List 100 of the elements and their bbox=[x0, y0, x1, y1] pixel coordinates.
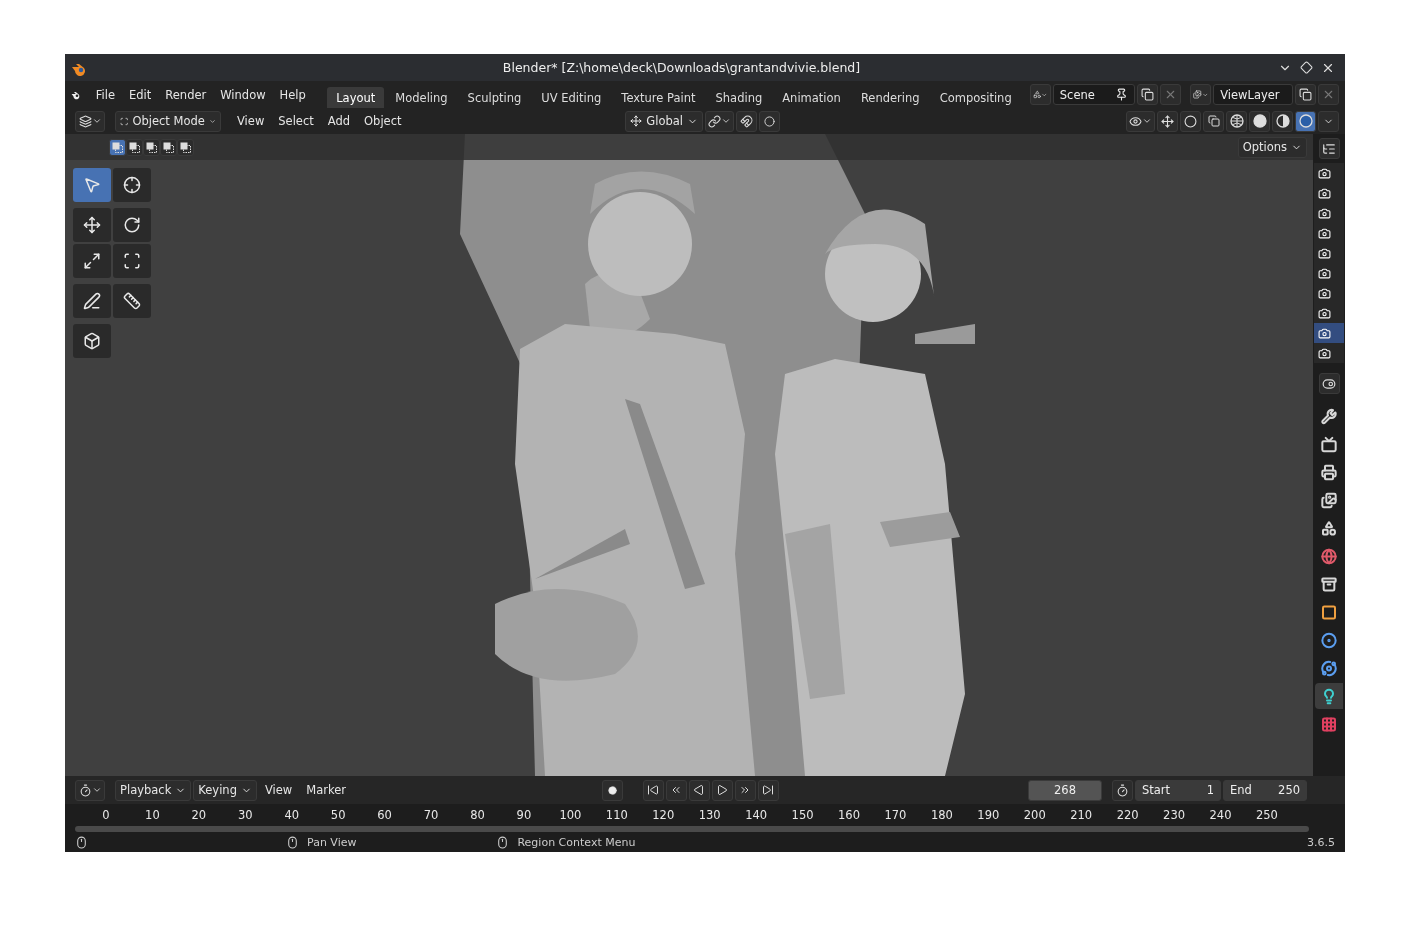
outliner-row[interactable] bbox=[1314, 323, 1344, 343]
tool-button[interactable] bbox=[73, 208, 111, 242]
menu-item[interactable]: Help bbox=[273, 85, 312, 104]
workspace-tab[interactable]: Texture Paint bbox=[612, 86, 705, 109]
start-frame-field[interactable]: Start 1 bbox=[1135, 779, 1221, 801]
prev-keyframe-button[interactable] bbox=[665, 779, 687, 801]
menu-item[interactable]: Edit bbox=[123, 85, 158, 104]
shading-button[interactable] bbox=[1295, 110, 1316, 132]
select-mode-button[interactable] bbox=[160, 138, 177, 156]
timeline-menu[interactable]: Playback bbox=[115, 779, 192, 801]
editor-type-button[interactable] bbox=[75, 779, 105, 801]
menu-item[interactable]: Select bbox=[272, 112, 320, 130]
play-reverse-button[interactable] bbox=[688, 779, 710, 801]
timeline-scrollbar[interactable] bbox=[75, 826, 1309, 832]
menu-item[interactable]: Render bbox=[159, 85, 213, 104]
stopwatch-icon bbox=[1116, 783, 1129, 797]
menu-item[interactable]: Add bbox=[321, 112, 357, 130]
select-mode-button[interactable] bbox=[143, 138, 160, 156]
workspace-tab[interactable]: Layout bbox=[327, 86, 385, 109]
status-hint: Pan View bbox=[307, 835, 357, 849]
outliner-row[interactable] bbox=[1314, 303, 1344, 323]
pivot-button[interactable] bbox=[705, 110, 735, 132]
orientation-dropdown[interactable]: Global bbox=[625, 110, 704, 132]
shading-button[interactable] bbox=[1272, 110, 1293, 132]
ruler-icon bbox=[123, 292, 141, 310]
menu-item[interactable]: View bbox=[231, 112, 271, 130]
play-button[interactable] bbox=[711, 779, 733, 801]
copy-icon bbox=[1141, 88, 1155, 101]
version-label: 3.6.5 bbox=[1307, 835, 1335, 849]
mouse-icon bbox=[496, 835, 510, 849]
menu-item[interactable]: File bbox=[89, 85, 121, 104]
tool-button[interactable] bbox=[73, 324, 111, 358]
jump-start-button[interactable] bbox=[642, 779, 664, 801]
tool-button[interactable] bbox=[113, 208, 151, 242]
next-keyframe-button[interactable] bbox=[734, 779, 756, 801]
preview-range-button[interactable] bbox=[1112, 779, 1133, 801]
copy-button[interactable] bbox=[1137, 84, 1159, 105]
camera-icon bbox=[1318, 286, 1331, 300]
workspace-tab[interactable]: Animation bbox=[773, 86, 850, 109]
select-mode-button[interactable] bbox=[177, 138, 194, 156]
overlap-squares-icon bbox=[146, 141, 157, 153]
tool-button[interactable] bbox=[113, 284, 151, 318]
properties-button[interactable] bbox=[1318, 373, 1340, 394]
scene-selector[interactable] bbox=[1029, 84, 1051, 105]
double-chevron-right-icon bbox=[739, 784, 751, 796]
tool-button[interactable] bbox=[73, 284, 111, 318]
outliner-button[interactable] bbox=[1318, 138, 1340, 159]
rendered-sphere-icon bbox=[1298, 114, 1313, 128]
menu-item[interactable]: Marker bbox=[300, 781, 352, 799]
cube-icon bbox=[83, 332, 101, 350]
overlay-button[interactable] bbox=[1180, 110, 1201, 132]
editor-type-button[interactable] bbox=[75, 110, 105, 132]
camera-icon bbox=[1318, 246, 1331, 260]
xray-button[interactable] bbox=[1203, 110, 1224, 132]
scene-field[interactable]: Scene bbox=[1052, 84, 1136, 105]
images-icon bbox=[1193, 88, 1202, 101]
menu-item[interactable]: Window bbox=[214, 85, 272, 104]
view-layer-selector[interactable] bbox=[1190, 84, 1212, 105]
timeline-menu[interactable]: Keying bbox=[193, 779, 257, 801]
eye-icon bbox=[1129, 114, 1142, 128]
select-mode-button[interactable] bbox=[126, 138, 143, 156]
menu-item[interactable]: Object bbox=[358, 112, 408, 130]
mode-dropdown[interactable]: Object Mode bbox=[115, 110, 221, 132]
outliner-row[interactable] bbox=[1314, 343, 1344, 363]
workspace-tab[interactable]: UV Editing bbox=[532, 86, 611, 109]
record-button[interactable] bbox=[601, 779, 623, 801]
workspace-tab[interactable]: Modeling bbox=[386, 86, 457, 109]
frame-number: 20 bbox=[190, 808, 208, 824]
options-dropdown[interactable]: Options bbox=[1237, 136, 1307, 158]
proportional-button[interactable] bbox=[759, 110, 781, 132]
menu-item[interactable]: View bbox=[258, 781, 299, 799]
tool-button[interactable] bbox=[73, 244, 111, 278]
tool-button[interactable] bbox=[113, 168, 151, 202]
properties-tab[interactable] bbox=[1315, 683, 1343, 709]
snap-button[interactable] bbox=[736, 110, 758, 132]
frame-number: 220 bbox=[1115, 808, 1140, 824]
view-layer-field[interactable]: ViewLayer bbox=[1213, 84, 1293, 105]
visibility-button[interactable] bbox=[1126, 110, 1155, 132]
select-mode-button[interactable] bbox=[109, 138, 126, 156]
workspace-tab[interactable]: Rendering bbox=[851, 86, 929, 109]
end-frame-field[interactable]: End 250 bbox=[1223, 779, 1307, 801]
copy-button[interactable] bbox=[1295, 84, 1316, 105]
magnet-icon bbox=[740, 114, 754, 128]
workspace-tab[interactable]: Sculpting bbox=[458, 86, 531, 109]
gizmo-button[interactable] bbox=[1157, 110, 1178, 132]
frame-number: 110 bbox=[604, 808, 629, 824]
outliner-row[interactable] bbox=[1314, 163, 1344, 183]
workspace-tab[interactable]: Shading bbox=[706, 86, 772, 109]
shading-button[interactable] bbox=[1226, 110, 1247, 132]
frame-number: 170 bbox=[883, 808, 908, 824]
jump-end-button[interactable] bbox=[757, 779, 779, 801]
frame-number: 130 bbox=[697, 808, 722, 824]
transform-icon bbox=[123, 252, 141, 270]
current-frame-field[interactable]: 268 bbox=[1028, 779, 1102, 801]
circle-icon bbox=[1184, 114, 1197, 128]
camera-icon bbox=[1318, 166, 1331, 180]
shading-button[interactable] bbox=[1249, 110, 1270, 132]
tool-button[interactable] bbox=[113, 244, 151, 278]
workspace-tab[interactable]: Compositing bbox=[930, 86, 1021, 109]
overlap-squares-icon bbox=[180, 141, 191, 153]
